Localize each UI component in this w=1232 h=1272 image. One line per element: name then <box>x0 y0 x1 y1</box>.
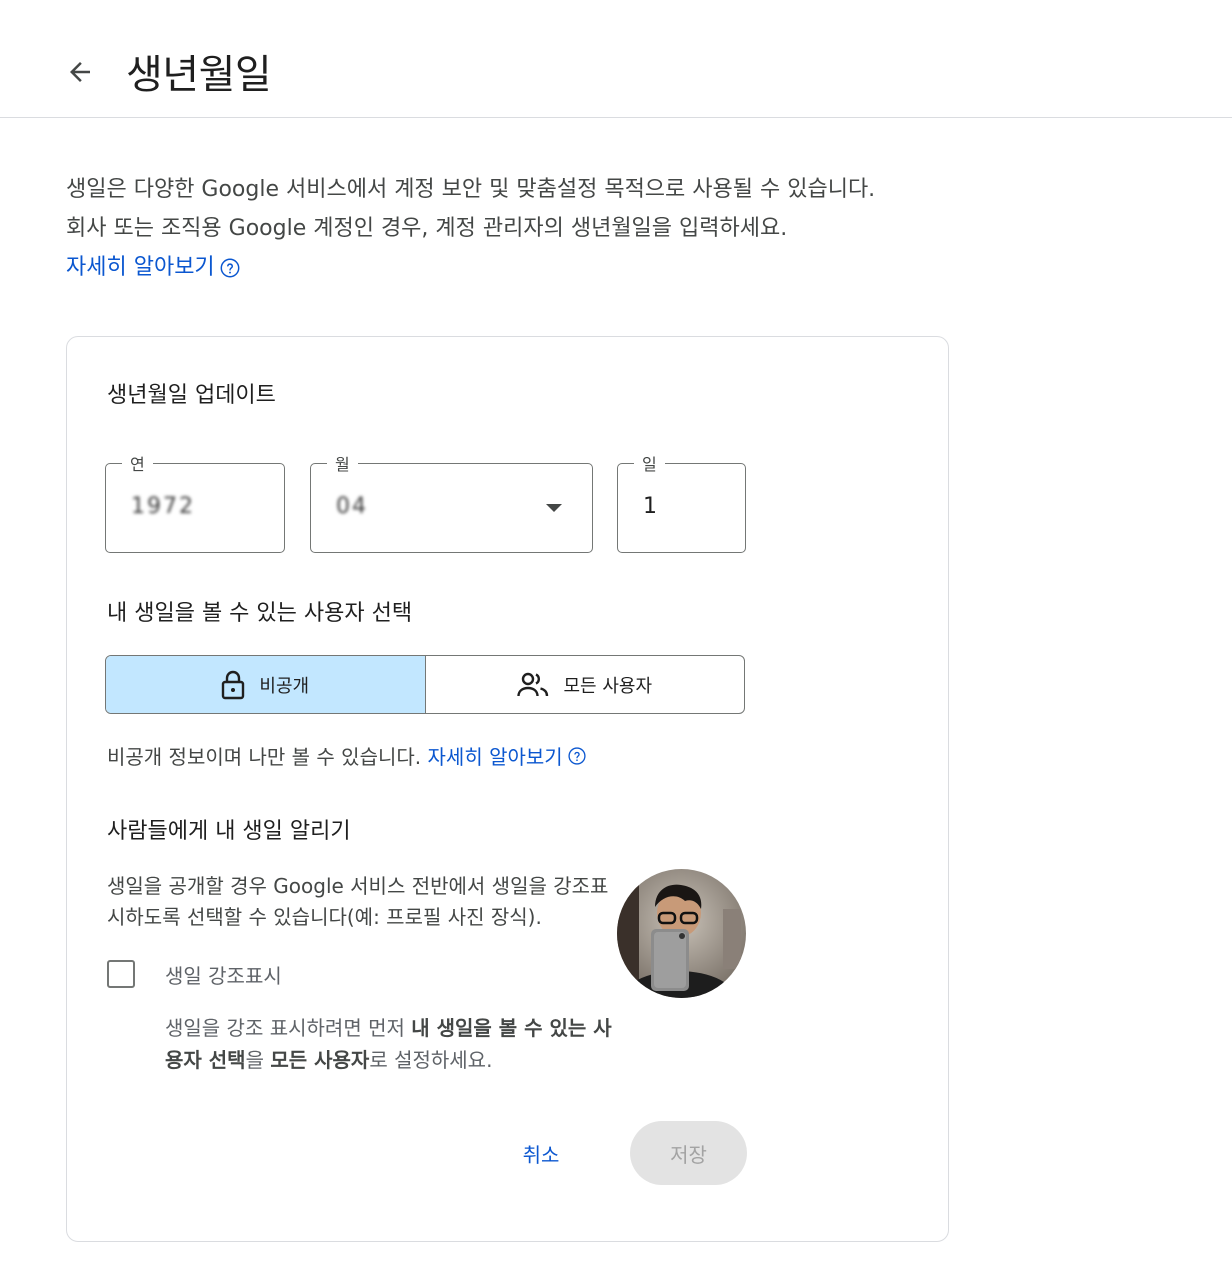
intro-line-1: 생일은 다양한 Google 서비스에서 계정 보안 및 맞춤설정 목적으로 사… <box>66 177 876 202</box>
notify-description: 생일을 공개할 경우 Google 서비스 전반에서 생일을 강조표시하도록 선… <box>107 874 609 929</box>
profile-avatar <box>617 869 746 998</box>
year-value: 1972 <box>131 494 195 519</box>
intro-line-2: 회사 또는 조직용 Google 계정인 경우, 계정 관리자의 생년월일을 입… <box>66 216 788 241</box>
highlight-birthday-checkbox[interactable] <box>107 960 135 988</box>
option-private[interactable]: 비공개 <box>106 656 426 713</box>
highlight-birthday-label: 생일 강조표시 <box>165 964 282 988</box>
month-value: 04 <box>336 494 368 519</box>
save-button[interactable]: 저장 <box>630 1121 747 1185</box>
people-icon <box>517 672 549 696</box>
day-value: 1 <box>643 494 657 519</box>
month-select[interactable]: 월 04 <box>310 451 593 553</box>
option-everyone-label: 모든 사용자 <box>563 675 653 697</box>
help-circle-icon <box>568 746 586 765</box>
page-title: 생년월일 <box>126 52 272 98</box>
learn-more-link[interactable]: 자세히 알아보기 <box>66 248 241 287</box>
back-button[interactable] <box>58 50 102 94</box>
note-text-2: 을 <box>245 1048 271 1072</box>
learn-more-label: 자세히 알아보기 <box>66 255 215 280</box>
option-everyone[interactable]: 모든 사용자 <box>426 656 745 713</box>
month-label: 월 <box>327 451 358 475</box>
intro-text: 생일은 다양한 Google 서비스에서 계정 보안 및 맞춤설정 목적으로 사… <box>66 170 966 287</box>
arrow-back-icon <box>70 62 90 82</box>
visibility-title: 내 생일을 볼 수 있는 사용자 선택 <box>107 601 413 626</box>
header: 생년월일 <box>0 0 1232 118</box>
lock-icon <box>222 670 245 699</box>
note-bold-2: 모든 사용자 <box>270 1048 370 1072</box>
visibility-toggle: 비공개 모든 사용자 <box>105 655 745 714</box>
highlight-note: 생일을 강조 표시하려면 먼저 내 생일을 볼 수 있는 사용자 선택을 모든 … <box>165 1012 625 1076</box>
note-text-3: 로 설정하세요. <box>369 1048 493 1072</box>
cancel-button[interactable]: 취소 <box>501 1121 581 1185</box>
day-field[interactable]: 일 1 <box>617 451 746 553</box>
year-label: 연 <box>122 451 153 475</box>
visibility-helper-text: 비공개 정보이며 나만 볼 수 있습니다. <box>107 745 422 769</box>
visibility-learn-more-label: 자세히 알아보기 <box>427 745 563 769</box>
visibility-helper: 비공개 정보이며 나만 볼 수 있습니다. 자세히 알아보기 <box>107 741 587 770</box>
card-title: 생년월일 업데이트 <box>107 383 276 408</box>
notify-title: 사람들에게 내 생일 알리기 <box>107 819 351 844</box>
day-label: 일 <box>634 451 665 475</box>
birthday-card: 생년월일 업데이트 연 1972 월 04 일 1 내 생일을 볼 수 있는 사… <box>66 336 949 1242</box>
dropdown-arrow-icon <box>546 504 562 512</box>
help-circle-icon <box>220 258 240 277</box>
visibility-learn-more-link[interactable]: 자세히 알아보기 <box>428 741 587 770</box>
note-text-1: 생일을 강조 표시하려면 먼저 <box>165 1016 412 1040</box>
option-private-label: 비공개 <box>259 675 310 697</box>
year-field[interactable]: 연 1972 <box>105 451 285 553</box>
